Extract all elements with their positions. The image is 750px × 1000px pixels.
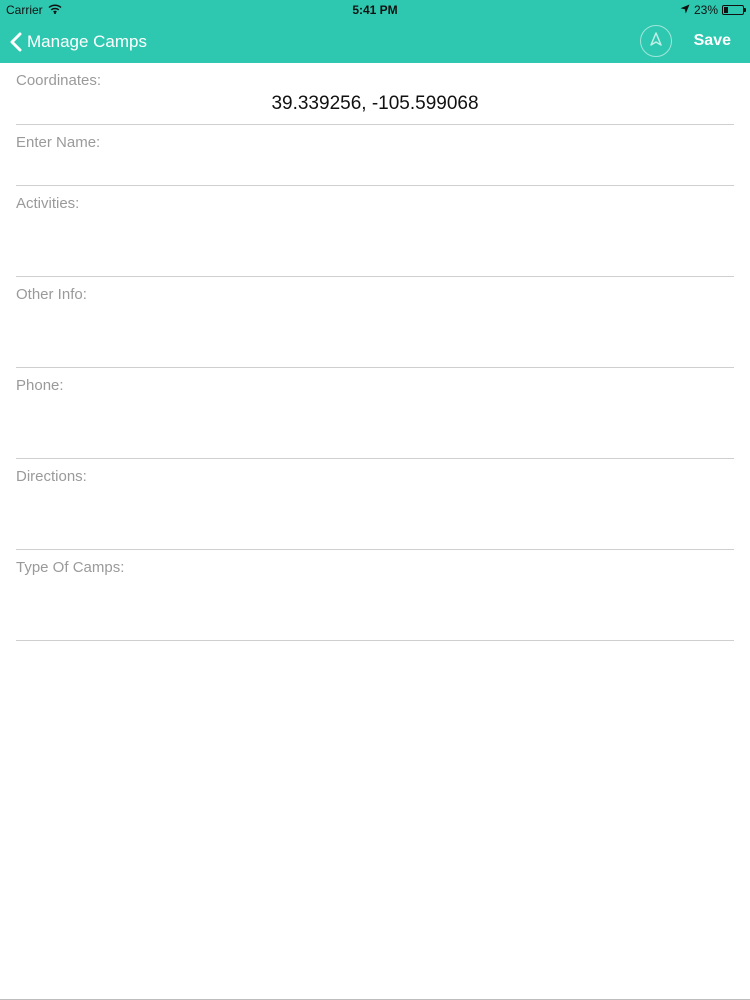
phone-input[interactable] [16, 400, 734, 426]
directions-field[interactable]: Directions: [16, 459, 734, 550]
battery-fill [724, 7, 728, 13]
type-of-camps-field[interactable]: Type Of Camps: [16, 550, 734, 641]
name-field[interactable]: Enter Name: [16, 125, 734, 186]
coordinates-label: Coordinates: [16, 72, 102, 89]
other-info-label: Other Info: [16, 286, 87, 303]
location-arrow-icon [680, 3, 690, 17]
save-button[interactable]: Save [694, 32, 731, 50]
activities-label: Activities: [16, 195, 80, 212]
name-input[interactable] [16, 157, 734, 183]
other-info-input[interactable] [16, 309, 734, 335]
top-bar: Carrier 5:41 PM 23% Manage Camps Save [0, 0, 750, 63]
nav-bar: Manage Camps Save [0, 20, 750, 63]
name-label: Enter Name: [16, 134, 101, 151]
phone-label: Phone: [16, 377, 64, 394]
status-bar: Carrier 5:41 PM 23% [0, 0, 750, 20]
coordinates-field: Coordinates: 39.339256, -105.599068 [16, 63, 734, 125]
battery-icon [722, 5, 746, 15]
status-right: 23% [680, 3, 746, 17]
directions-input[interactable] [16, 491, 734, 517]
status-time: 5:41 PM [352, 3, 398, 17]
type-of-camps-label: Type Of Camps: [16, 559, 125, 576]
activities-field[interactable]: Activities: [16, 186, 734, 277]
locate-button[interactable] [640, 25, 672, 57]
chevron-left-icon [10, 32, 22, 52]
type-of-camps-input[interactable] [16, 582, 734, 608]
phone-field[interactable]: Phone: [16, 368, 734, 459]
camp-form: Coordinates: 39.339256, -105.599068 Ente… [0, 63, 750, 641]
coordinates-value: 39.339256, -105.599068 [271, 93, 479, 114]
battery-percent: 23% [693, 3, 718, 17]
directions-label: Directions: [16, 468, 87, 485]
back-button[interactable]: Manage Camps [10, 28, 147, 56]
navigation-arrow-icon [649, 31, 663, 51]
back-button-label: Manage Camps [27, 32, 148, 51]
other-info-field[interactable]: Other Info: [16, 277, 734, 368]
activities-input[interactable] [16, 218, 734, 244]
